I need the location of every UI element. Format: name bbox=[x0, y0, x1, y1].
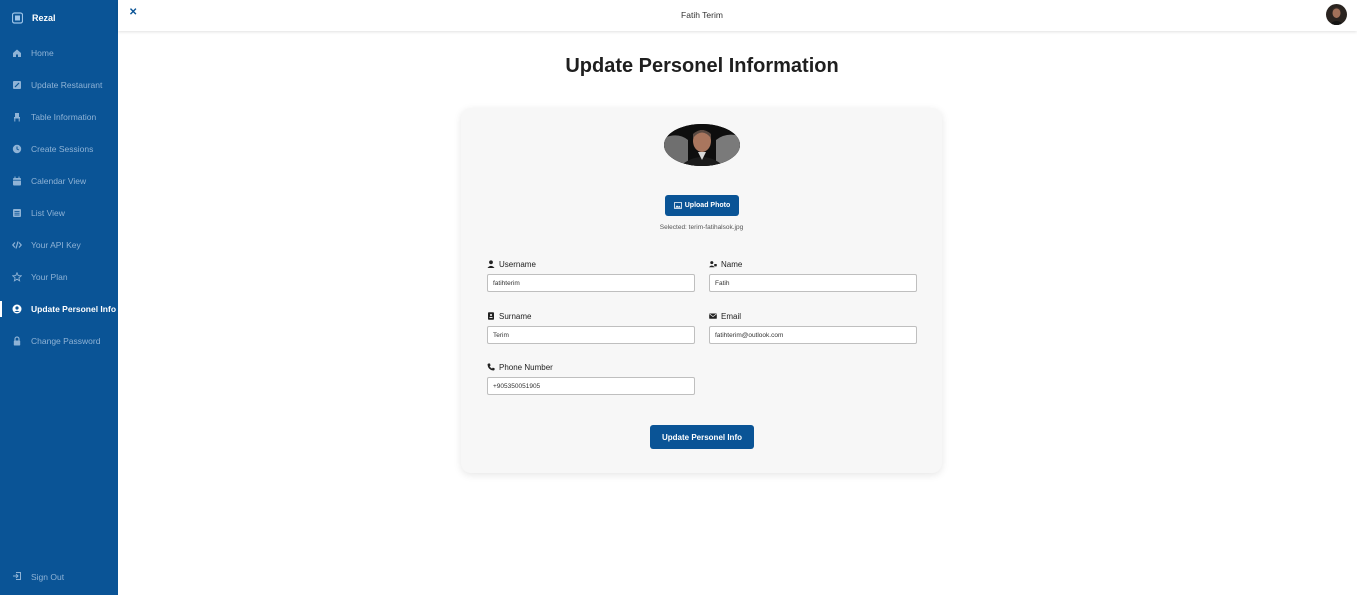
phone-field-group: Phone Number bbox=[487, 361, 695, 395]
sidebar-item-api-key[interactable]: Your API Key bbox=[0, 234, 118, 256]
sidebar-item-change-password[interactable]: Change Password bbox=[0, 330, 118, 352]
brand-logo-icon bbox=[12, 12, 23, 24]
sidebar-item-label: Calendar View bbox=[31, 176, 87, 186]
surname-field-group: Surname bbox=[487, 310, 695, 344]
sidebar-item-label: Home bbox=[31, 48, 54, 58]
chair-icon bbox=[12, 112, 22, 122]
name-input[interactable] bbox=[709, 274, 917, 292]
phone-label: Phone Number bbox=[499, 362, 553, 372]
brand-label: Rezal bbox=[32, 13, 56, 23]
email-input[interactable] bbox=[709, 326, 917, 344]
calendar-icon bbox=[12, 176, 22, 186]
sidebar-item-update-personel-info[interactable]: Update Personel Info bbox=[0, 298, 118, 320]
lock-icon bbox=[12, 336, 22, 346]
home-icon bbox=[12, 48, 22, 58]
clock-icon bbox=[12, 144, 22, 154]
code-icon bbox=[12, 240, 22, 250]
name-field-group: Name bbox=[709, 258, 917, 292]
surname-input[interactable] bbox=[487, 326, 695, 344]
username-label: Username bbox=[499, 259, 536, 269]
avatar[interactable] bbox=[1326, 4, 1347, 25]
update-personel-info-button[interactable]: Update Personel Info bbox=[650, 425, 754, 449]
sidebar-item-label: Table Information bbox=[31, 112, 97, 122]
sign-out-button[interactable]: Sign Out bbox=[0, 567, 118, 587]
id-card-icon bbox=[487, 312, 495, 320]
surname-label: Surname bbox=[499, 311, 532, 321]
topbar: ✕ Fatih Terim bbox=[118, 0, 1357, 31]
phone-icon bbox=[487, 363, 495, 371]
email-field-group: Email bbox=[709, 310, 917, 344]
sidebar-item-home[interactable]: Home bbox=[0, 42, 118, 64]
sign-out-icon bbox=[12, 571, 22, 583]
profile-photo bbox=[664, 124, 740, 166]
sidebar-item-create-sessions[interactable]: Create Sessions bbox=[0, 138, 118, 160]
username-input[interactable] bbox=[487, 274, 695, 292]
sidebar-item-update-restaurant[interactable]: Update Restaurant bbox=[0, 74, 118, 96]
envelope-icon bbox=[709, 312, 717, 320]
email-label: Email bbox=[721, 311, 742, 321]
sidebar: Rezal Home Update Restaurant Table Infor… bbox=[0, 0, 118, 595]
sidebar-item-label: Update Personel Info bbox=[31, 304, 117, 314]
sign-out-label: Sign Out bbox=[31, 572, 65, 582]
sidebar-item-calendar-view[interactable]: Calendar View bbox=[0, 170, 118, 192]
sidebar-item-label: List View bbox=[31, 208, 65, 218]
sidebar-item-label: Update Restaurant bbox=[31, 80, 103, 90]
username-field-group: Username bbox=[487, 258, 695, 292]
personel-info-card: Upload Photo Selected: terim-fatihalsok.… bbox=[461, 108, 942, 473]
star-icon bbox=[12, 272, 22, 282]
user-icon bbox=[487, 260, 495, 268]
edit-icon bbox=[12, 80, 22, 90]
name-label: Name bbox=[721, 259, 743, 269]
user-tag-icon bbox=[709, 260, 717, 268]
sidebar-item-list-view[interactable]: List View bbox=[0, 202, 118, 224]
sidebar-item-your-plan[interactable]: Your Plan bbox=[0, 266, 118, 288]
list-icon bbox=[12, 208, 22, 218]
sidebar-item-table-information[interactable]: Table Information bbox=[0, 106, 118, 128]
sidebar-item-label: Create Sessions bbox=[31, 144, 94, 154]
header-user-name: Fatih Terim bbox=[681, 10, 723, 20]
user-circle-icon bbox=[12, 304, 22, 314]
sidebar-item-label: Your Plan bbox=[31, 272, 68, 282]
image-icon bbox=[673, 202, 682, 209]
brand[interactable]: Rezal bbox=[12, 10, 56, 26]
sidebar-item-label: Your API Key bbox=[31, 240, 81, 250]
selected-file-text: Selected: terim-fatihalsok.jpg bbox=[659, 224, 744, 231]
sidebar-item-label: Change Password bbox=[31, 336, 101, 346]
phone-input[interactable] bbox=[487, 377, 695, 395]
page-title: Update Personel Information bbox=[565, 55, 839, 77]
upload-photo-button[interactable]: Upload Photo bbox=[665, 195, 739, 216]
upload-photo-label: Upload Photo bbox=[684, 202, 731, 209]
